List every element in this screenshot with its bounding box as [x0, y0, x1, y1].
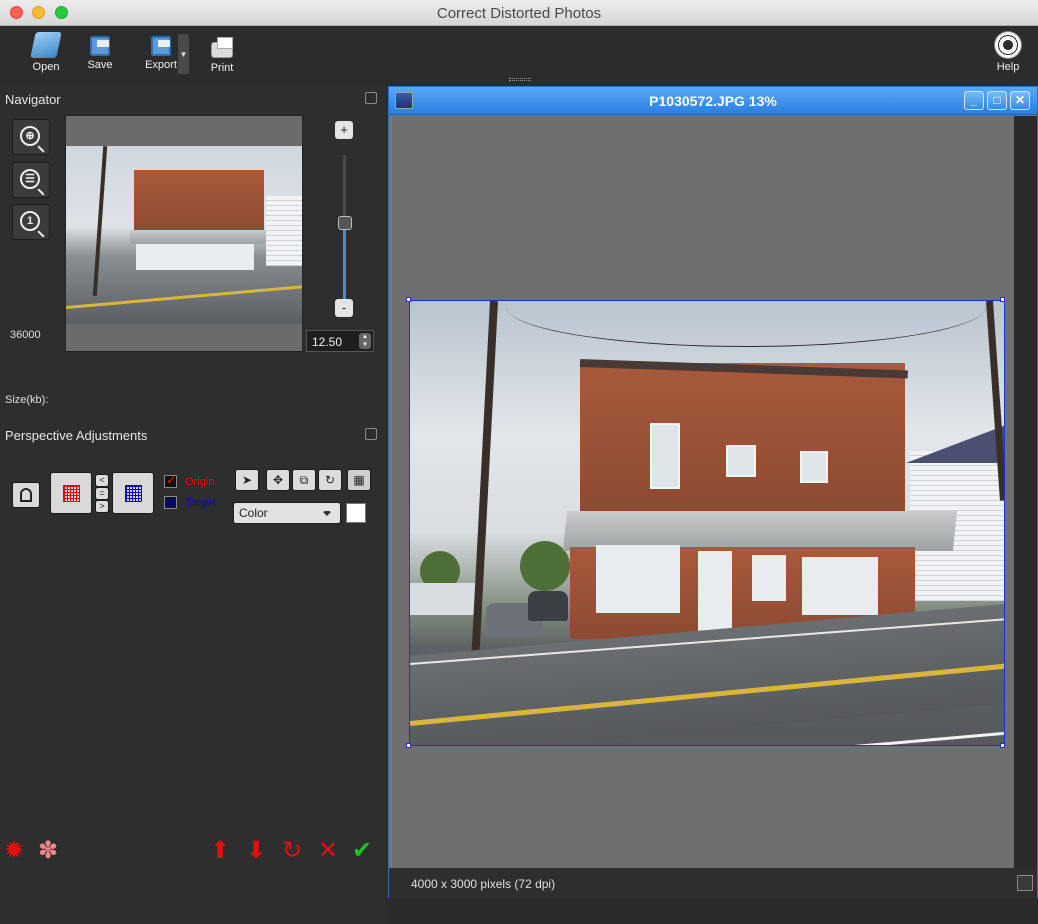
perspective-title: Perspective Adjustments	[5, 428, 148, 443]
open-button[interactable]: Open	[22, 32, 70, 73]
navigator-detach-icon[interactable]	[365, 92, 377, 104]
doc-close-button[interactable]: ✕	[1010, 91, 1030, 110]
crop-icon: ⧉	[299, 473, 309, 487]
zoom-slider-track[interactable]	[343, 155, 346, 305]
export-label: Export	[145, 59, 177, 71]
red-gear-icon[interactable]: ✹	[4, 839, 24, 863]
chevron-down-icon	[322, 511, 332, 516]
zoom-percent-value: 12.50	[312, 335, 343, 349]
help-button[interactable]: Help	[984, 32, 1032, 73]
zoom-spinner[interactable]: ▲ ▼	[359, 333, 371, 349]
zoom-actual-button[interactable]: 1	[12, 204, 50, 240]
color-select-value: Color	[239, 506, 268, 520]
print-label: Print	[210, 62, 234, 74]
open-label: Open	[32, 61, 60, 73]
blue-grid-icon	[125, 485, 142, 502]
origin-checkbox[interactable]: ✓	[164, 472, 177, 488]
select-tool-button[interactable]: ➤	[235, 469, 259, 491]
open-folder-icon	[30, 32, 62, 58]
perspective-mode-button[interactable]	[12, 482, 40, 508]
image-canvas[interactable]	[392, 116, 1014, 868]
download-icon[interactable]: ⬇	[246, 839, 266, 863]
size-label: Size(kb):	[5, 394, 49, 406]
color-select[interactable]: Color	[233, 502, 341, 524]
swap-equal-button[interactable]: =	[95, 487, 109, 500]
target-label: Target	[185, 497, 216, 509]
main-toolbar: Open Save Export ▼ Print Help	[0, 26, 1038, 82]
swap-left-button[interactable]: <	[95, 474, 109, 487]
zoom-fit-icon: ⊕	[20, 126, 40, 146]
color-swatch[interactable]	[346, 503, 366, 523]
zoom-in-button[interactable]: +	[335, 121, 353, 139]
crop-tool-button[interactable]: ⧉	[292, 469, 316, 491]
corner-handle-top-right[interactable]	[1000, 297, 1005, 302]
zoom-slider-fill	[343, 222, 346, 305]
move-point-tool-button[interactable]: ✥	[266, 469, 290, 491]
rotate-icon: ↻	[324, 473, 336, 487]
save-button[interactable]: Save	[76, 32, 124, 71]
swap-right-button[interactable]: >	[95, 500, 109, 513]
zoom-fit-button[interactable]: ⊕	[12, 119, 50, 155]
red-grid-icon	[63, 485, 80, 502]
zoom-actual-icon: 1	[20, 211, 40, 231]
left-panel: Navigator ⊕ ☰ 1 Size(kb): 36000 + - 12.5…	[0, 84, 386, 924]
rotate-tool-button[interactable]: ↻	[318, 469, 342, 491]
trapezoid-icon	[20, 488, 32, 502]
corner-handle-bottom-right[interactable]	[1000, 743, 1005, 748]
export-disk-icon	[151, 36, 171, 56]
status-bar: 4000 x 3000 pixels (72 dpi)	[389, 868, 1037, 898]
zoom-out-button[interactable]: -	[335, 299, 353, 317]
grid-icon: ▦	[353, 473, 365, 487]
document-window: P1030572.JPG 13% _ □ ✕ 4000 x 3000 pixel…	[388, 86, 1038, 898]
doc-maximize-button[interactable]: □	[987, 91, 1007, 110]
zoom-slider-thumb[interactable]	[338, 215, 352, 230]
zoom-fill-icon: ☰	[20, 169, 40, 189]
reset-icon[interactable]: ↻	[282, 839, 302, 863]
save-label: Save	[87, 59, 113, 71]
origin-label: Origin	[185, 476, 215, 488]
image-dimensions: 4000 x 3000 pixels (72 dpi)	[411, 877, 556, 891]
cancel-icon[interactable]: ✕	[318, 839, 338, 863]
vertical-scrollbar[interactable]	[1014, 116, 1037, 868]
perspective-detach-icon[interactable]	[365, 428, 377, 440]
help-label: Help	[996, 61, 1020, 73]
grid-toggle-button[interactable]: ▦	[347, 469, 371, 491]
arrow-cursor-icon: ➤	[241, 473, 253, 487]
zoom-percent-field[interactable]: 12.50 ▲ ▼	[306, 330, 374, 352]
resize-grip-icon[interactable]	[1017, 875, 1033, 891]
navigator-thumbnail	[66, 146, 302, 324]
target-grid-button[interactable]	[112, 472, 154, 514]
upload-icon[interactable]: ⬆	[210, 839, 230, 863]
window-title: Correct Distorted Photos	[436, 5, 602, 22]
lifebuoy-icon	[995, 32, 1021, 58]
splitter-grip[interactable]	[509, 78, 531, 81]
print-button[interactable]: Print	[198, 32, 246, 74]
target-checkbox[interactable]	[164, 496, 177, 509]
document-title-bar[interactable]: P1030572.JPG 13% _ □ ✕	[389, 87, 1037, 115]
navigator-title: Navigator	[5, 92, 61, 107]
size-value: 36000	[10, 329, 41, 341]
title-bar: Correct Distorted Photos	[0, 0, 1038, 26]
move-cursor-icon: ✥	[272, 473, 284, 487]
doc-minimize-button[interactable]: _	[964, 91, 984, 110]
photo[interactable]	[409, 300, 1005, 746]
apply-icon[interactable]: ✔	[352, 839, 372, 863]
zoom-slider[interactable]: + -	[330, 121, 364, 331]
printer-icon	[211, 37, 233, 58]
pink-gear-icon[interactable]: ✽	[38, 839, 58, 863]
navigator-preview[interactable]	[65, 115, 303, 352]
corner-handle-top-left[interactable]	[406, 297, 411, 302]
corner-handle-bottom-left[interactable]	[406, 743, 411, 748]
document-title: P1030572.JPG 13%	[649, 93, 777, 109]
origin-grid-button[interactable]	[50, 472, 92, 514]
checkmark-icon: ✓	[166, 472, 177, 487]
zoom-fill-button[interactable]: ☰	[12, 162, 50, 198]
floppy-disk-icon	[90, 36, 110, 56]
export-dropdown-arrow[interactable]: ▼	[178, 34, 189, 74]
